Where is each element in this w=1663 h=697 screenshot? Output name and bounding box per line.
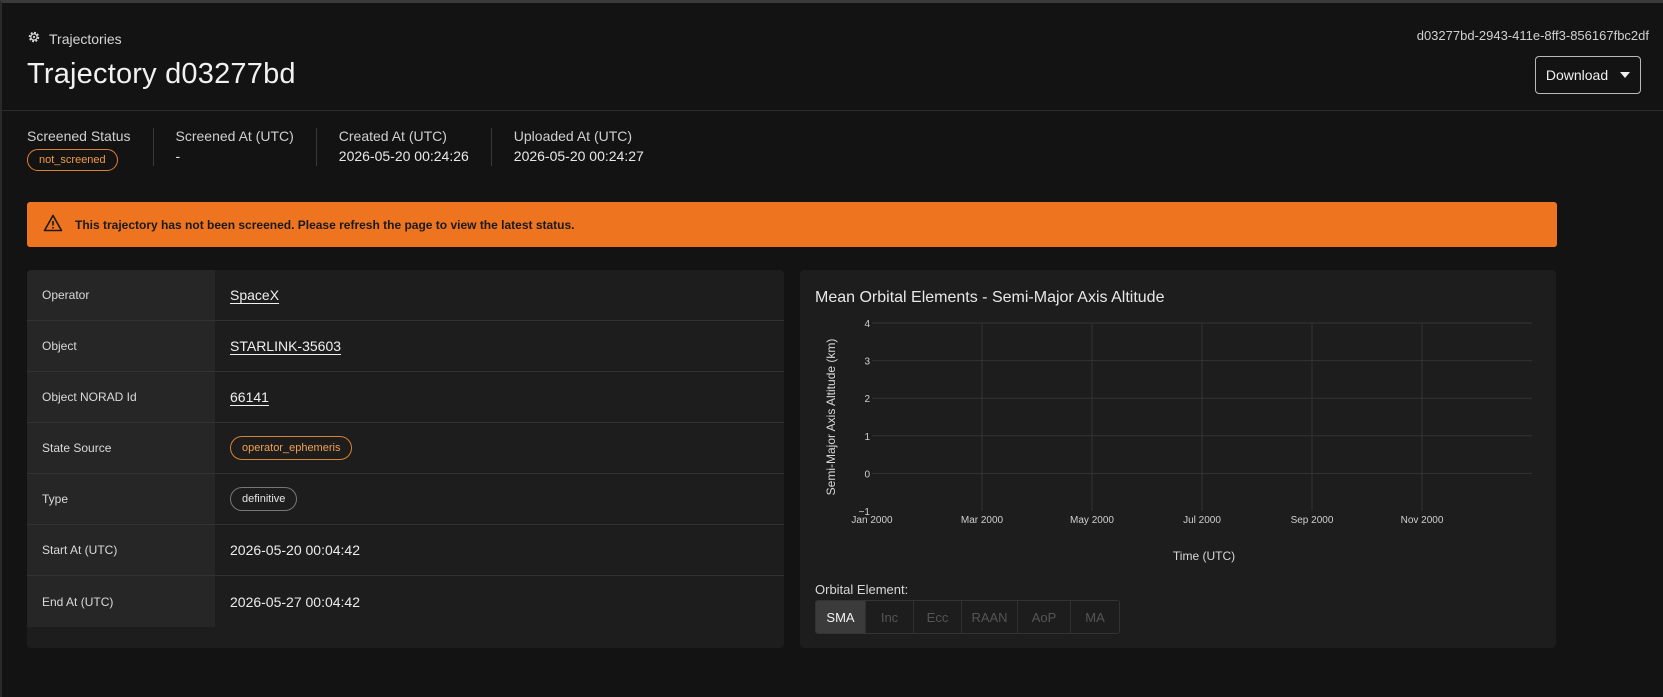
not-screened-alert: This trajectory has not been screened. P… — [27, 202, 1557, 247]
segment-ma[interactable]: MA — [1071, 601, 1119, 633]
x-tick-label: Jul 2000 — [1183, 515, 1221, 526]
segment-aop[interactable]: AoP — [1018, 601, 1071, 633]
x-tick-label: Mar 2000 — [961, 515, 1004, 526]
stat-label: Uploaded At (UTC) — [513, 128, 633, 144]
x-tick-label: Jan 2000 — [851, 515, 893, 526]
type-badge: definitive — [230, 487, 298, 511]
x-tick-label: Sep 2000 — [1291, 515, 1334, 526]
y-tick-label: 1 — [864, 432, 870, 443]
page-header: Trajectories Trajectory d03277bd d03277b… — [2, 3, 1663, 111]
stat-screened-at: Screened At (UTC) - — [176, 128, 317, 166]
row-key: Object NORAD Id — [27, 372, 215, 422]
orbital-element-label: Orbital Element: — [815, 582, 909, 597]
table-row: Type definitive — [27, 474, 784, 525]
y-tick-label: 3 — [864, 357, 870, 368]
download-button[interactable]: Download — [1535, 56, 1641, 94]
stat-label: Screened Status — [27, 128, 131, 144]
breadcrumb[interactable]: Trajectories — [27, 30, 122, 47]
segment-ecc[interactable]: Ecc — [914, 601, 962, 633]
stat-created-at: Created At (UTC) 2026-05-20 00:24:26 — [339, 128, 492, 166]
breadcrumb-label: Trajectories — [49, 30, 122, 47]
stat-label: Screened At (UTC) — [175, 128, 294, 144]
row-key: Operator — [27, 270, 215, 320]
table-row: Operator SpaceX — [27, 270, 784, 321]
gear-icon — [27, 30, 41, 47]
page-title: Trajectory d03277bd — [27, 58, 296, 90]
x-tick-label: Nov 2000 — [1401, 515, 1444, 526]
table-row: End At (UTC) 2026-05-27 00:04:42 — [27, 576, 784, 627]
y-tick-label: 0 — [864, 469, 870, 480]
alert-message: This trajectory has not been screened. P… — [75, 217, 575, 232]
stat-value: - — [175, 148, 181, 164]
stat-label: Created At (UTC) — [338, 128, 447, 144]
start-at-value: 2026-05-20 00:04:42 — [230, 542, 360, 558]
table-row: Object NORAD Id 66141 — [27, 372, 784, 423]
x-axis-label: Time (UTC) — [1173, 549, 1235, 563]
orbital-element-selector: SMA Inc Ecc RAAN AoP MA — [815, 600, 1120, 634]
status-stats: Screened Status not_screened Screened At… — [27, 128, 688, 171]
row-key: State Source — [27, 423, 215, 473]
segment-raan[interactable]: RAAN — [962, 601, 1018, 633]
row-key: Type — [27, 474, 215, 524]
table-row: Start At (UTC) 2026-05-20 00:04:42 — [27, 525, 784, 576]
table-row: Object STARLINK-35603 — [27, 321, 784, 372]
stat-value: 2026-05-20 00:24:27 — [513, 148, 644, 164]
table-row: State Source operator_ephemeris — [27, 423, 784, 474]
download-label: Download — [1545, 67, 1609, 83]
segment-inc[interactable]: Inc — [866, 601, 914, 633]
stat-value: 2026-05-20 00:24:26 — [338, 148, 469, 164]
y-tick-label: 4 — [864, 319, 870, 330]
operator-link[interactable]: SpaceX — [230, 287, 279, 303]
norad-id-link[interactable]: 66141 — [230, 389, 269, 405]
warning-icon — [43, 213, 63, 236]
orbital-elements-chart[interactable]: 43210−1Jan 2000 Mar 2000 May 2000 Jul 2000 S… — [800, 270, 1556, 580]
row-key: Object — [27, 321, 215, 371]
row-key: Start At (UTC) — [27, 525, 215, 575]
status-badge: not_screened — [27, 149, 118, 171]
chevron-down-icon — [1620, 72, 1631, 78]
trajectory-uuid: d03277bd-2943-411e-8ff3-856167fbc2df — [1416, 28, 1649, 43]
orbital-elements-chart-card: Mean Orbital Elements - Semi-Major Axis … — [800, 270, 1556, 648]
row-key: End At (UTC) — [27, 576, 215, 627]
end-at-value: 2026-05-27 00:04:42 — [230, 593, 360, 610]
x-tick-label: May 2000 — [1070, 515, 1114, 526]
object-link[interactable]: STARLINK-35603 — [230, 338, 341, 354]
stat-screened-status: Screened Status not_screened — [27, 128, 154, 171]
stat-uploaded-at: Uploaded At (UTC) 2026-05-20 00:24:27 — [514, 128, 666, 166]
y-axis-label: Semi-Major Axis Altitude (km) — [824, 339, 838, 496]
page: Trajectories Trajectory d03277bd d03277b… — [0, 0, 1663, 697]
y-tick-label: 2 — [864, 394, 870, 405]
state-source-badge: operator_ephemeris — [230, 436, 353, 460]
segment-sma[interactable]: SMA — [816, 601, 866, 633]
trajectory-details-table: Operator SpaceX Object STARLINK-35603 Ob… — [27, 270, 784, 648]
